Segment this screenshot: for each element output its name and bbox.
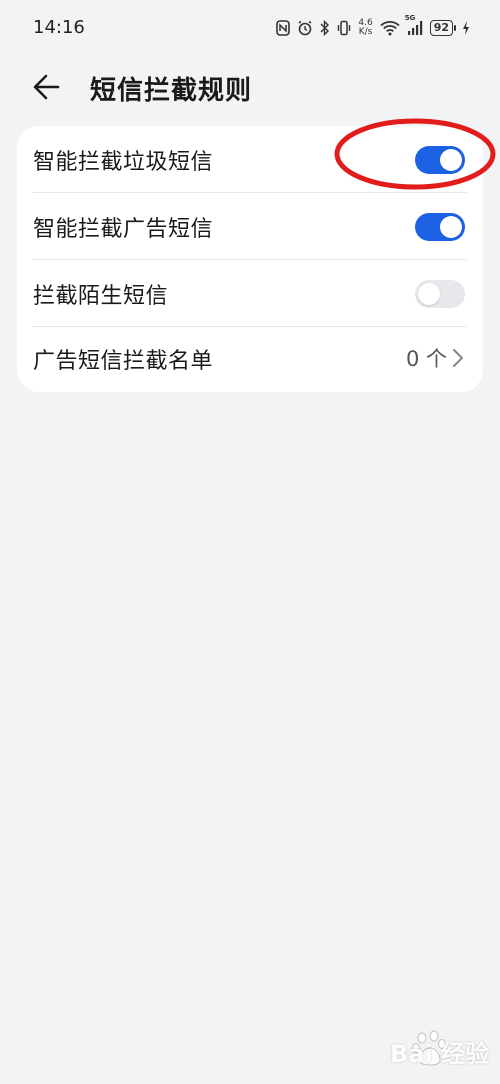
setting-row-ads[interactable]: 智能拦截广告短信 xyxy=(17,193,483,259)
ad-filter-toggle[interactable] xyxy=(415,213,465,241)
signal-icon: 5G xyxy=(405,14,423,37)
setting-row-spam[interactable]: 智能拦截垃圾短信 xyxy=(17,126,483,192)
settings-card: 智能拦截垃圾短信 智能拦截广告短信 拦截陌生短信 广告短信拦截名单 0 个 xyxy=(17,126,483,392)
net-speed-unit: K/s xyxy=(358,27,373,37)
status-icons: 4.6 K/s 5G 92 xyxy=(276,14,470,39)
setting-label: 拦截陌生短信 xyxy=(33,284,169,309)
bluetooth-icon xyxy=(320,19,330,37)
nfc-icon xyxy=(276,19,291,37)
toggle-knob xyxy=(418,283,440,305)
watermark-text: Bai 经验 xyxy=(390,1040,490,1068)
page-title: 短信拦截规则 xyxy=(90,76,253,106)
setting-row-stranger[interactable]: 拦截陌生短信 xyxy=(17,260,483,326)
net-speed: 4.6 K/s xyxy=(358,19,372,37)
stranger-filter-toggle[interactable] xyxy=(415,280,465,308)
setting-label: 智能拦截广告短信 xyxy=(33,217,214,242)
toggle-knob xyxy=(440,216,462,238)
setting-label: 广告短信拦截名单 xyxy=(33,349,214,374)
chevron-right-icon xyxy=(451,347,465,369)
setting-label: 智能拦截垃圾短信 xyxy=(33,150,214,175)
setting-row-ad-blocklist[interactable]: 广告短信拦截名单 0 个 xyxy=(17,325,483,391)
vibrate-icon xyxy=(337,19,351,37)
spam-filter-toggle[interactable] xyxy=(415,146,465,174)
network-type: 5G xyxy=(404,14,416,22)
alarm-icon xyxy=(297,19,313,37)
battery-icon: 92 xyxy=(429,20,457,36)
status-bar: 14:16 4.6 K/s 5G 92 xyxy=(0,0,500,56)
blocklist-count: 0 个 xyxy=(405,347,447,371)
watermark: Bai 经验 xyxy=(360,1026,500,1084)
wifi-icon xyxy=(380,19,400,37)
back-arrow-icon[interactable] xyxy=(28,70,68,104)
status-time: 14:16 xyxy=(33,17,85,38)
toggle-knob xyxy=(440,149,462,171)
page-header: 短信拦截规则 xyxy=(0,56,500,118)
charging-icon xyxy=(462,19,470,37)
